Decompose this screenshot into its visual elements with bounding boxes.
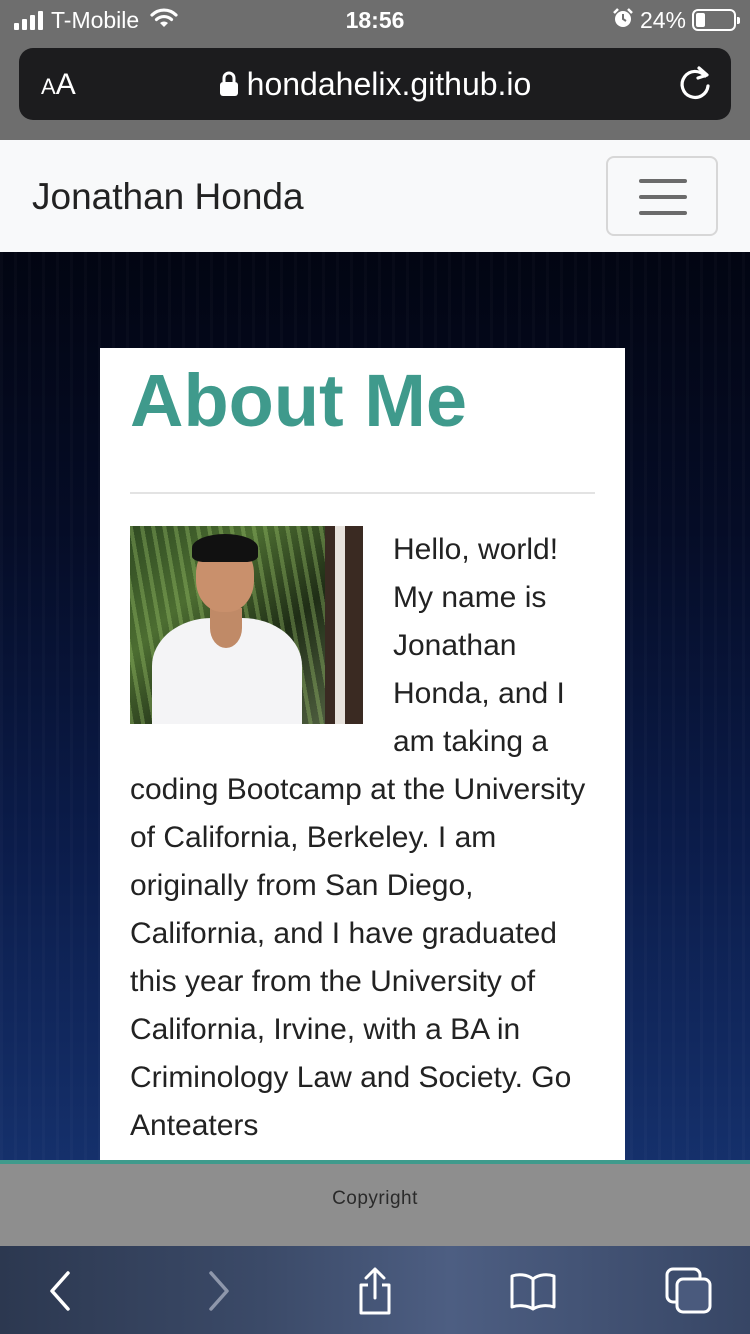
lock-icon: [219, 68, 239, 105]
chevron-left-icon: [50, 1271, 70, 1311]
status-right: 24%: [612, 6, 740, 34]
battery-percent: 24%: [639, 6, 686, 33]
tabs-icon: [665, 1267, 712, 1314]
back-button[interactable]: [36, 1266, 86, 1316]
copyright-text: Copyright: [332, 1188, 418, 1209]
browser-toolbar: [0, 1246, 750, 1334]
bookmarks-button[interactable]: [508, 1266, 558, 1316]
alarm-icon: [612, 7, 634, 34]
status-left: T-Mobile: [14, 6, 179, 34]
navbar-brand[interactable]: Jonathan Honda: [32, 176, 304, 218]
book-icon: [510, 1273, 556, 1311]
signal-strength-icon: [14, 10, 43, 30]
share-button[interactable]: [350, 1266, 400, 1316]
about-title: About Me: [130, 359, 468, 442]
address-bar[interactable]: AA hondahelix.github.io: [19, 48, 731, 120]
status-bar: T-Mobile 18:56 24%: [0, 0, 750, 40]
battery-icon: [692, 9, 740, 31]
hamburger-icon: [639, 179, 687, 183]
navbar-toggler-button[interactable]: [606, 156, 718, 236]
chevron-right-icon: [209, 1271, 229, 1311]
divider: [130, 492, 595, 494]
site-footer: Copyright: [0, 1160, 750, 1246]
tabs-button[interactable]: [664, 1266, 714, 1316]
carrier-name: T-Mobile: [51, 6, 140, 33]
forward-button[interactable]: [193, 1266, 243, 1316]
share-icon: [359, 1267, 391, 1315]
wifi-icon: [149, 7, 179, 34]
url-text: hondahelix.github.io: [246, 66, 532, 102]
about-card: About Me Hello, world! My name is Jonath…: [100, 348, 625, 1160]
browser-chrome: AA hondahelix.github.io: [0, 40, 750, 140]
profile-photo: [130, 526, 363, 724]
reload-icon[interactable]: [677, 64, 713, 107]
about-content: Hello, world! My name is Jonathan Honda,…: [130, 526, 595, 1150]
site-navbar: Jonathan Honda: [0, 140, 750, 252]
url-display[interactable]: hondahelix.github.io: [19, 66, 731, 105]
